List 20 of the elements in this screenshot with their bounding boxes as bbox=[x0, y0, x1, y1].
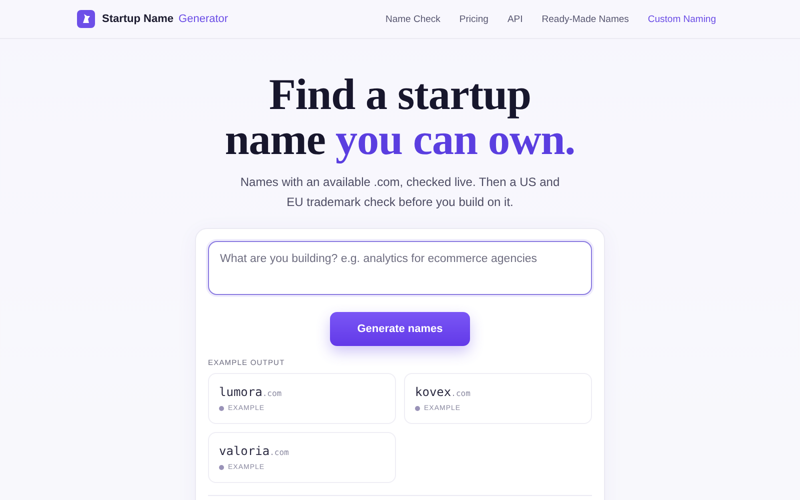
status-dot-icon bbox=[219, 406, 224, 411]
nav-link[interactable]: API bbox=[507, 14, 523, 24]
input-field[interactable]: What are you building? e.g. analytics for ecommerce agencies bbox=[208, 241, 592, 295]
nav-link[interactable]: Pricing bbox=[459, 14, 488, 24]
headline: Find a startup bbox=[269, 72, 531, 117]
status-dot-icon bbox=[415, 406, 420, 411]
headline-accent: you can own. bbox=[335, 117, 576, 162]
brand-name[interactable]: Startup Name bbox=[102, 13, 174, 25]
generate-button[interactable]: Generate names bbox=[330, 312, 470, 346]
brand-name-accent[interactable]: Generator bbox=[178, 13, 228, 25]
nav-link[interactable]: Custom Naming bbox=[648, 14, 716, 24]
subtitle: Names with an available .com, checked live. Then a US and EU trademark check before you build on it. bbox=[239, 174, 561, 211]
domain-name: lumora.com bbox=[219, 385, 282, 399]
status-dot-icon bbox=[219, 465, 224, 470]
headline: name bbox=[224, 117, 326, 162]
nav-link[interactable]: Ready-Made Names bbox=[542, 14, 629, 24]
domain-name: valoria.com bbox=[219, 444, 289, 458]
nav-link[interactable]: Name Check bbox=[385, 14, 440, 24]
logo-icon[interactable] bbox=[77, 10, 95, 28]
domain-name: kovex.com bbox=[415, 385, 470, 399]
